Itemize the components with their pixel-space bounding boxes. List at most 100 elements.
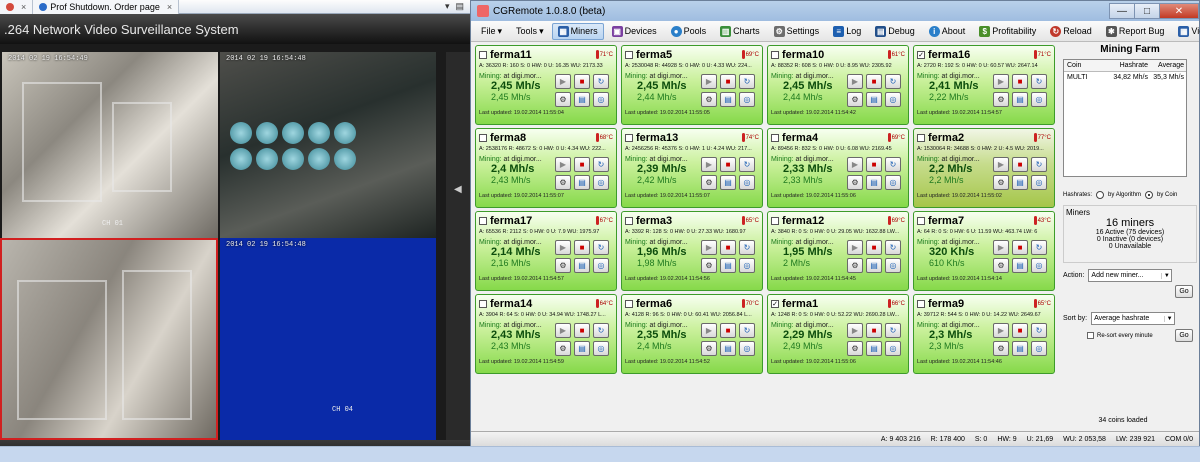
miner-card[interactable]: ferma6 70°C A: 4128 R: 96 S: 0 HW: 0 U: 60… bbox=[621, 294, 763, 374]
stop-button[interactable]: ■ bbox=[866, 323, 882, 338]
start-button[interactable]: ▶ bbox=[555, 323, 571, 338]
log-button[interactable]: ▤ bbox=[574, 175, 590, 190]
page-icon[interactable]: ▤ bbox=[455, 1, 464, 12]
config-button[interactable]: ⚙ bbox=[993, 258, 1009, 273]
action-go-button[interactable]: Go bbox=[1175, 285, 1193, 298]
restart-button[interactable]: ↻ bbox=[593, 74, 609, 89]
refresh-button[interactable]: ◎ bbox=[739, 341, 755, 356]
close-button[interactable]: ✕ bbox=[1159, 3, 1199, 19]
log-button[interactable]: ▤ bbox=[1012, 175, 1028, 190]
collapse-arrow-icon[interactable]: ◀ bbox=[454, 184, 462, 195]
by-coin-radio[interactable] bbox=[1145, 191, 1154, 199]
refresh-button[interactable]: ◎ bbox=[1031, 341, 1047, 356]
refresh-button[interactable]: ◎ bbox=[593, 92, 609, 107]
browser-tab-1[interactable]: × bbox=[0, 0, 34, 14]
restart-button[interactable]: ↻ bbox=[739, 157, 755, 172]
stop-button[interactable]: ■ bbox=[720, 74, 736, 89]
log-button[interactable]: ▤ bbox=[720, 175, 736, 190]
stop-button[interactable]: ■ bbox=[866, 74, 882, 89]
miner-checkbox[interactable] bbox=[625, 50, 633, 59]
start-button[interactable]: ▶ bbox=[847, 74, 863, 89]
start-button[interactable]: ▶ bbox=[993, 74, 1009, 89]
camera-feed-3[interactable] bbox=[0, 238, 218, 440]
miner-checkbox[interactable] bbox=[917, 216, 925, 225]
stop-button[interactable]: ■ bbox=[1012, 157, 1028, 172]
restart-button[interactable]: ↻ bbox=[1031, 74, 1047, 89]
column-average[interactable]: Average bbox=[1148, 62, 1186, 69]
miner-checkbox[interactable] bbox=[917, 133, 925, 142]
log-button[interactable]: ▤ bbox=[574, 341, 590, 356]
config-button[interactable]: ⚙ bbox=[847, 341, 863, 356]
stop-button[interactable]: ■ bbox=[574, 240, 590, 255]
stop-button[interactable]: ■ bbox=[1012, 240, 1028, 255]
start-button[interactable]: ▶ bbox=[555, 157, 571, 172]
miner-card[interactable]: ferma2 77°C A: 1530064 R: 34688 S: 0 HW: 2… bbox=[913, 128, 1055, 208]
miner-card[interactable]: ferma14 64°C A: 3904 R: 64 S: 0 HW: 0 U: 3… bbox=[475, 294, 617, 374]
miner-card[interactable]: ferma13 74°C A: 2456256 R: 45376 S: 0 HW: … bbox=[621, 128, 763, 208]
start-button[interactable]: ▶ bbox=[847, 323, 863, 338]
start-button[interactable]: ▶ bbox=[993, 323, 1009, 338]
miner-card[interactable]: ferma9 65°C A: 39712 R: 544 S: 0 HW: 0 U: … bbox=[913, 294, 1055, 374]
config-button[interactable]: ⚙ bbox=[555, 175, 571, 190]
miner-card[interactable]: ferma10 61°C A: 88352 R: 608 S: 0 HW: 0 U:… bbox=[767, 45, 909, 125]
miner-card[interactable]: ferma8 68°C A: 2538176 R: 48672 S: 0 HW: 0… bbox=[475, 128, 617, 208]
log-button[interactable]: ▤ bbox=[866, 258, 882, 273]
miner-checkbox[interactable] bbox=[625, 133, 633, 142]
log-button[interactable]: ▤ bbox=[574, 92, 590, 107]
refresh-button[interactable]: ◎ bbox=[885, 258, 901, 273]
sort-go-button[interactable]: Go bbox=[1175, 329, 1193, 342]
miner-checkbox[interactable] bbox=[771, 216, 779, 225]
miner-card[interactable]: ferma11 71°C A: 36320 R: 160 S: 0 HW: 0 U:… bbox=[475, 45, 617, 125]
refresh-button[interactable]: ◎ bbox=[885, 175, 901, 190]
log-button[interactable]: ▤ bbox=[1012, 341, 1028, 356]
restart-button[interactable]: ↻ bbox=[1031, 240, 1047, 255]
log-button[interactable]: ▤ bbox=[1012, 258, 1028, 273]
refresh-button[interactable]: ◎ bbox=[593, 175, 609, 190]
config-button[interactable]: ⚙ bbox=[555, 258, 571, 273]
miner-checkbox[interactable] bbox=[479, 133, 487, 142]
miner-card[interactable]: ferma12 69°C A: 3840 R: 0 S: 0 HW: 0 U: 29… bbox=[767, 211, 909, 291]
report-bug-button[interactable]: ✱ Report Bug bbox=[1100, 23, 1171, 40]
start-button[interactable]: ▶ bbox=[847, 240, 863, 255]
refresh-button[interactable]: ◎ bbox=[739, 175, 755, 190]
camera-feed-4[interactable]: 2014 02 19 16:54:48 CH 04 bbox=[220, 238, 436, 440]
maximize-button[interactable]: □ bbox=[1134, 3, 1160, 19]
stop-button[interactable]: ■ bbox=[720, 157, 736, 172]
restart-button[interactable]: ↻ bbox=[593, 323, 609, 338]
restart-button[interactable]: ↻ bbox=[885, 74, 901, 89]
miner-checkbox[interactable] bbox=[479, 216, 487, 225]
stop-button[interactable]: ■ bbox=[866, 157, 882, 172]
log-button[interactable]: ▤ bbox=[1012, 92, 1028, 107]
close-tab-icon[interactable]: × bbox=[167, 2, 172, 12]
restart-button[interactable]: ↻ bbox=[593, 157, 609, 172]
miner-card[interactable]: ferma7 43°C A: 64 R: 0 S: 0 HW: 6 U: 11.59… bbox=[913, 211, 1055, 291]
log-button[interactable]: ▤ bbox=[720, 341, 736, 356]
refresh-button[interactable]: ◎ bbox=[1031, 92, 1047, 107]
miner-checkbox[interactable] bbox=[479, 299, 487, 308]
start-button[interactable]: ▶ bbox=[555, 74, 571, 89]
restart-button[interactable]: ↻ bbox=[1031, 323, 1047, 338]
minimize-button[interactable]: — bbox=[1109, 3, 1135, 19]
restart-button[interactable]: ↻ bbox=[739, 323, 755, 338]
action-select[interactable]: Add new miner... ▼ bbox=[1088, 269, 1173, 282]
refresh-button[interactable]: ◎ bbox=[739, 92, 755, 107]
miner-checkbox[interactable] bbox=[917, 299, 925, 308]
restart-button[interactable]: ↻ bbox=[739, 240, 755, 255]
start-button[interactable]: ▶ bbox=[701, 74, 717, 89]
log-button[interactable]: ▤ bbox=[866, 92, 882, 107]
config-button[interactable]: ⚙ bbox=[993, 175, 1009, 190]
restart-button[interactable]: ↻ bbox=[885, 323, 901, 338]
tab-debug[interactable]: ▤ Debug bbox=[869, 23, 921, 40]
tab-log[interactable]: ≡ Log bbox=[827, 23, 867, 40]
reload-button[interactable]: ↻ Reload bbox=[1044, 23, 1098, 40]
refresh-button[interactable]: ◎ bbox=[739, 258, 755, 273]
config-button[interactable]: ⚙ bbox=[555, 341, 571, 356]
restart-button[interactable]: ↻ bbox=[885, 240, 901, 255]
config-button[interactable]: ⚙ bbox=[847, 258, 863, 273]
tab-charts[interactable]: ▥ Charts bbox=[714, 23, 766, 40]
miner-checkbox[interactable] bbox=[625, 299, 633, 308]
start-button[interactable]: ▶ bbox=[701, 240, 717, 255]
stop-button[interactable]: ■ bbox=[1012, 74, 1028, 89]
profitability-button[interactable]: $ Profitability bbox=[973, 23, 1042, 40]
stop-button[interactable]: ■ bbox=[574, 323, 590, 338]
